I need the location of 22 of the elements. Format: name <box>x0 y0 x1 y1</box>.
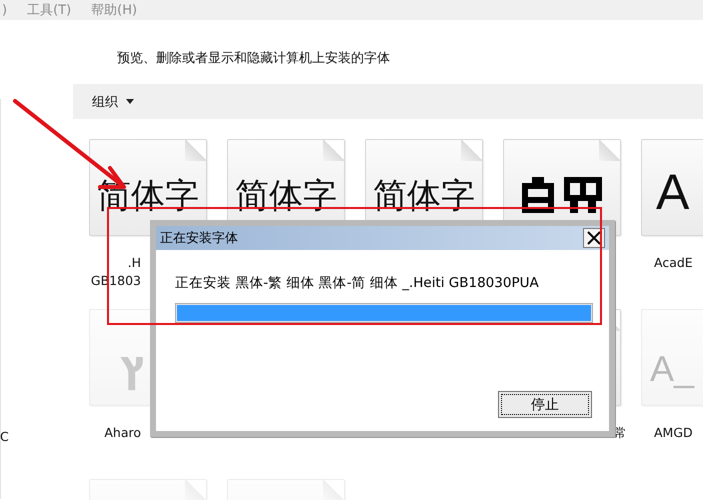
pixel-glyph-icon <box>522 177 602 213</box>
close-button[interactable] <box>583 228 605 248</box>
font-name-label: .H <box>128 254 141 272</box>
font-name-label: Aharo <box>104 424 141 442</box>
font-preview-text: 简体字 <box>373 179 475 213</box>
font-name-label: C <box>0 429 9 444</box>
folded-corner-icon <box>599 140 620 161</box>
font-preview-text: A_ <box>650 351 694 387</box>
font-preview-text: A <box>656 167 690 217</box>
font-name-label: AMGD <box>654 424 693 442</box>
font-name-label: AcadE <box>654 254 693 272</box>
folded-corner-icon <box>185 140 206 161</box>
close-icon <box>587 231 601 245</box>
stop-button[interactable]: 停止 <box>498 391 592 418</box>
organize-button[interactable]: 组织 <box>92 92 134 110</box>
caret-icon <box>126 99 134 104</box>
folded-corner-icon <box>323 140 344 161</box>
install-status-text: 正在安装 黑体-繁 细体 黑体-简 细体 _.Heiti GB18030PUA <box>175 274 540 292</box>
font-file-tile[interactable]: A <box>641 139 703 236</box>
font-preview-text: 简体字 <box>235 179 337 213</box>
page-description: 预览、删除或者显示和隐藏计算机上安装的字体 <box>117 50 391 65</box>
folded-corner-icon <box>461 140 482 161</box>
